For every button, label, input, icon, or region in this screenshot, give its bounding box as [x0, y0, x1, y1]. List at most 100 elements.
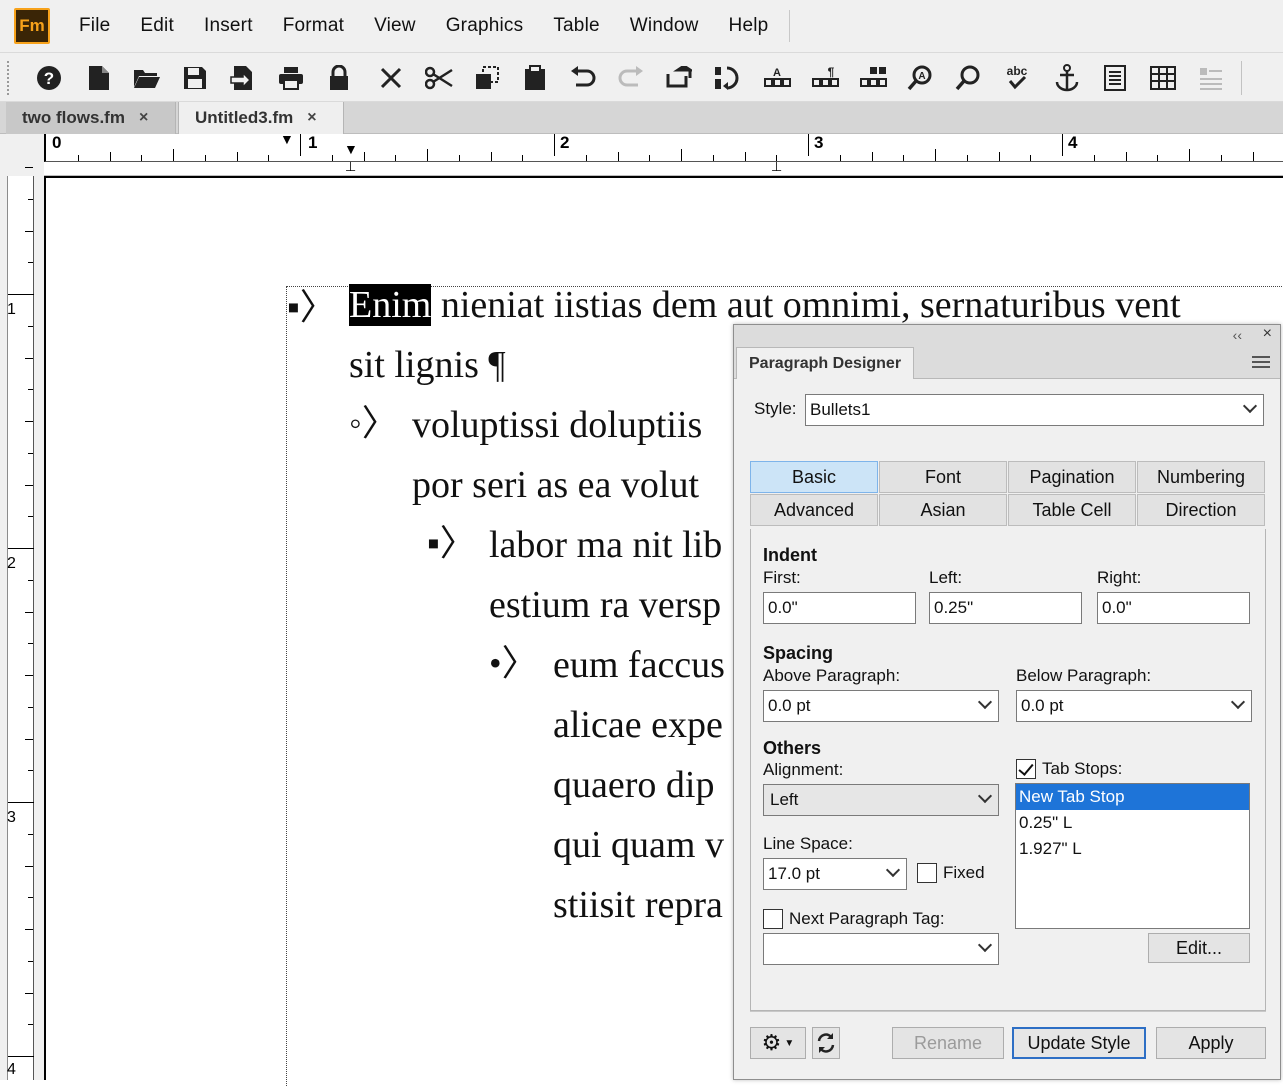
paragraph-designer-tabs: Basic Font Pagination Numbering Advanced…	[750, 461, 1266, 527]
print-icon[interactable]	[274, 61, 308, 95]
tab-pagination[interactable]: Pagination	[1008, 461, 1136, 493]
alignment-select[interactable]: Left	[763, 784, 999, 816]
menu-file[interactable]: File	[64, 15, 125, 37]
close-icon[interactable]: ×	[139, 109, 148, 127]
undo-icon[interactable]	[566, 61, 600, 95]
list-item[interactable]: New Tab Stop	[1016, 784, 1249, 810]
list-item[interactable]: 1.927" L	[1016, 836, 1249, 862]
tab-two-flows[interactable]: two flows.fm ×	[6, 102, 176, 134]
collapse-icon[interactable]: ‹‹	[1233, 327, 1242, 343]
tab-table-cell[interactable]: Table Cell	[1008, 494, 1136, 526]
ruler-tick	[458, 155, 460, 161]
anchor-icon[interactable]	[1050, 61, 1084, 95]
tab-stops-checkbox[interactable]	[1016, 759, 1036, 779]
tab-advanced[interactable]: Advanced	[750, 494, 878, 526]
menu-edit[interactable]: Edit	[125, 15, 189, 37]
tab-stop-marker-icon[interactable]: ⊥	[771, 160, 782, 174]
help-icon[interactable]: ?	[32, 61, 66, 95]
apply-button[interactable]: Apply	[1156, 1027, 1266, 1059]
page-layout-icon[interactable]	[1098, 61, 1132, 95]
align-icon[interactable]	[1194, 61, 1228, 95]
menu-help[interactable]: Help	[714, 15, 784, 37]
insert-table-icon[interactable]	[856, 61, 890, 95]
paragraph-line[interactable]: Enim nieniat iistias dem aut omnimi, ser…	[349, 283, 1181, 327]
menu-format[interactable]: Format	[268, 15, 359, 37]
above-paragraph-select[interactable]: 0.0 pt	[763, 690, 999, 722]
paragraph-line[interactable]: sit lignis ¶	[349, 343, 506, 387]
search-icon[interactable]	[952, 61, 986, 95]
next-paragraph-tag-select[interactable]	[763, 933, 999, 965]
paragraph-line[interactable]: eum faccus	[553, 643, 725, 687]
copy-icon[interactable]	[470, 61, 504, 95]
first-indent-marker-icon[interactable]: ▼	[280, 132, 294, 146]
horizontal-ruler[interactable]: 0 1 2 3 4 ▼ ▼ ⊥ ⊥	[0, 132, 1283, 176]
paragraph-line[interactable]: por seri as ea volut	[412, 463, 699, 507]
insert-marker-icon[interactable]: ¶	[808, 61, 842, 95]
toolbar-grip[interactable]	[7, 61, 11, 95]
panel-title-bar[interactable]: ‹‹ ×	[734, 325, 1280, 347]
paste-icon[interactable]	[518, 61, 552, 95]
paragraph-line[interactable]: voluptissi doluptiis	[412, 403, 702, 447]
save-icon[interactable]	[178, 61, 212, 95]
ruler-tick	[25, 484, 33, 486]
edit-tab-stops-button[interactable]: Edit...	[1148, 933, 1250, 963]
ruler-scale[interactable]: 0 1 2 3 4 ▼ ▼	[44, 132, 1283, 162]
redo-icon[interactable]	[614, 61, 648, 95]
tab-basic[interactable]: Basic	[750, 461, 878, 493]
delete-icon[interactable]	[374, 61, 408, 95]
paragraph-line[interactable]: qui quam v	[553, 823, 724, 867]
tab-stop-marker-icon[interactable]: ⊥	[345, 160, 356, 174]
ruler-number: 3	[814, 133, 824, 152]
paragraph-line[interactable]: stiisit repra	[553, 883, 723, 927]
fixed-checkbox[interactable]	[917, 863, 937, 883]
right-indent-input[interactable]: 0.0"	[1097, 592, 1250, 624]
ruler-number: 0	[52, 133, 62, 152]
paragraph-line[interactable]: labor ma nit lib	[489, 523, 722, 567]
tab-stops-list[interactable]: New Tab Stop 0.25" L 1.927" L	[1015, 783, 1250, 929]
selected-text[interactable]: Enim	[349, 284, 432, 326]
open-folder-icon[interactable]	[130, 61, 164, 95]
below-paragraph-select[interactable]: 0.0 pt	[1016, 690, 1252, 722]
paragraph-line[interactable]: estium ra versp	[489, 583, 721, 627]
find-replace-icon[interactable]: A	[904, 61, 938, 95]
vertical-ruler[interactable]: 1 2 3 4	[0, 167, 34, 1080]
tab-asian[interactable]: Asian	[879, 494, 1007, 526]
insert-variable-icon[interactable]: A	[760, 61, 794, 95]
left-indent-marker-icon[interactable]: ▼	[344, 142, 358, 156]
rename-button[interactable]: Rename	[892, 1027, 1004, 1059]
update-style-button[interactable]: Update Style	[1012, 1027, 1146, 1059]
menu-insert[interactable]: Insert	[189, 15, 268, 37]
tab-direction[interactable]: Direction	[1137, 494, 1265, 526]
paragraph-line[interactable]: alicae expe	[553, 703, 723, 747]
list-item[interactable]: 0.25" L	[1016, 810, 1249, 836]
settings-menu-button[interactable]: ⚙ ▼	[750, 1027, 806, 1059]
menu-table[interactable]: Table	[538, 15, 614, 37]
tab-untitled3[interactable]: Untitled3.fm ×	[178, 102, 344, 134]
menu-view[interactable]: View	[359, 15, 431, 37]
panel-menu-icon[interactable]	[1252, 353, 1270, 371]
tab-numbering[interactable]: Numbering	[1137, 461, 1265, 493]
menu-graphics[interactable]: Graphics	[431, 15, 539, 37]
first-indent-input[interactable]: 0.0"	[763, 592, 916, 624]
next-paragraph-tag-checkbox[interactable]	[763, 909, 783, 929]
close-icon[interactable]: ×	[307, 109, 316, 127]
refresh-button[interactable]	[812, 1027, 840, 1059]
spelling-icon[interactable]: abc	[1000, 61, 1034, 95]
close-icon[interactable]: ×	[1263, 325, 1272, 343]
repeat-icon[interactable]	[662, 61, 696, 95]
paragraph-line[interactable]: quaero dip	[553, 763, 714, 807]
ruler-number: 1	[308, 133, 318, 152]
style-select[interactable]: Bullets1	[805, 394, 1264, 426]
new-document-icon[interactable]	[82, 61, 116, 95]
cut-icon[interactable]	[422, 61, 456, 95]
tab-font[interactable]: Font	[879, 461, 1007, 493]
menu-window[interactable]: Window	[615, 15, 714, 37]
line-space-select[interactable]: 17.0 pt	[763, 858, 907, 890]
save-as-icon[interactable]	[226, 61, 260, 95]
panel-tab-paragraph-designer[interactable]: Paragraph Designer	[736, 347, 915, 379]
lock-icon[interactable]	[322, 61, 356, 95]
table-grid-icon[interactable]	[1146, 61, 1180, 95]
ruler-tick	[28, 897, 33, 899]
left-indent-input[interactable]: 0.25"	[929, 592, 1082, 624]
text-flow-icon[interactable]	[710, 61, 744, 95]
